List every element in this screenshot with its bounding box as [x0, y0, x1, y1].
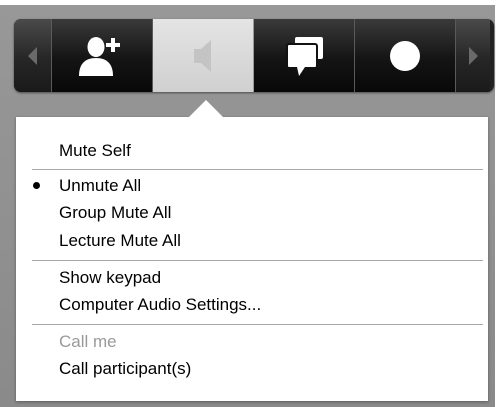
menu-item-show-keypad[interactable]: Show keypad: [59, 266, 161, 290]
menu-item-mute-self[interactable]: Mute Self: [59, 139, 131, 163]
audio-button[interactable]: [153, 19, 254, 92]
speaker-icon: [194, 39, 211, 72]
selected-bullet-icon: [33, 182, 40, 189]
menu-item-group-mute-all[interactable]: Group Mute All: [59, 201, 171, 225]
menu-item-call-participants[interactable]: Call participant(s): [59, 357, 191, 381]
audio-menu: Mute Self Unmute All Group Mute All Lect…: [16, 117, 488, 401]
record-button[interactable]: [355, 19, 456, 92]
top-border: [0, 0, 501, 5]
chevron-right-icon: [469, 46, 478, 65]
menu-separator: [32, 324, 483, 325]
menu-item-unmute-all[interactable]: Unmute All: [59, 174, 141, 198]
menu-separator: [32, 169, 483, 170]
scroll-left-button[interactable]: [14, 19, 52, 92]
chat-button[interactable]: [254, 19, 355, 92]
right-border: [495, 0, 501, 407]
menu-item-call-me: Call me: [59, 332, 117, 351]
meeting-toolbar: [14, 19, 494, 92]
chevron-left-icon: [27, 46, 37, 65]
add-user-icon: [79, 36, 120, 76]
participants-button[interactable]: [52, 19, 153, 92]
menu-item-lecture-mute-all[interactable]: Lecture Mute All: [59, 229, 181, 253]
menu-pointer: [188, 100, 224, 118]
menu-item-computer-audio-settings[interactable]: Computer Audio Settings...: [59, 293, 261, 317]
menu-separator: [32, 260, 483, 261]
record-icon: [390, 40, 420, 71]
chat-icon: [286, 36, 323, 76]
scroll-right-button[interactable]: [456, 19, 490, 92]
